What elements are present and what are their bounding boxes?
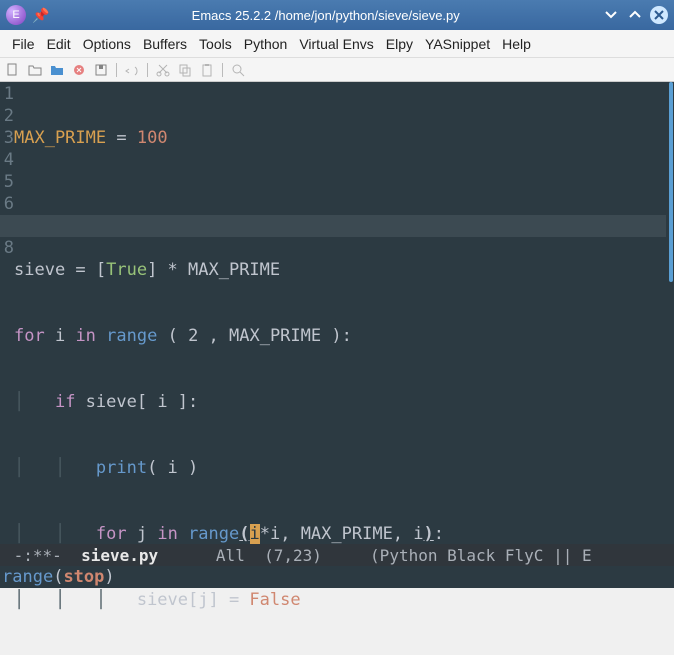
close-icon[interactable] [650,6,668,24]
line-number: 2 [0,105,14,127]
line-number: 8 [0,237,14,259]
menu-edit[interactable]: Edit [41,33,77,55]
code-line: MAX_PRIME = 100 [14,127,674,149]
maximize-icon[interactable] [626,6,644,24]
line-number: 1 [0,83,14,105]
scrollbar-thumb[interactable] [669,82,673,282]
toolbar [0,58,674,82]
code-line: │ │ print( i ) [14,457,674,479]
code-line: sieve = [True] * MAX_PRIME [14,259,674,281]
line-number: 5 [0,171,14,193]
open-folder-icon[interactable] [28,63,42,77]
window-title: Emacs 25.2.2 /home/jon/python/sieve/siev… [49,8,602,23]
code-line: │ │ for j in range(i*i, MAX_PRIME, i): [14,523,674,545]
cut-icon[interactable] [156,63,170,77]
save-icon[interactable] [94,63,108,77]
emacs-icon: E [6,5,26,25]
line-number-gutter: 1 2 3 4 5 6 7 8 [0,82,14,544]
paste-icon[interactable] [200,63,214,77]
new-file-icon[interactable] [6,63,20,77]
code-line: │ │ │ sieve[j] = False [14,589,674,611]
menubar: File Edit Options Buffers Tools Python V… [0,30,674,58]
folder-icon[interactable] [50,63,64,77]
editor[interactable]: 1 2 3 4 5 6 7 8 MAX_PRIME = 100 sieve = … [0,82,674,544]
toolbar-separator [116,63,117,77]
menu-virtual-envs[interactable]: Virtual Envs [293,33,379,55]
kill-buffer-icon[interactable] [72,63,86,77]
cursor: i [250,524,260,544]
line-number: 4 [0,149,14,171]
pin-icon[interactable]: 📌 [32,7,49,24]
menu-file[interactable]: File [6,33,41,55]
scrollbar[interactable] [666,82,674,544]
menu-elpy[interactable]: Elpy [380,33,419,55]
undo-icon[interactable] [125,63,139,77]
menu-options[interactable]: Options [77,33,137,55]
open-paren-match: ( [239,524,249,544]
line-number: 6 [0,193,14,215]
line-number: 3 [0,127,14,149]
menu-python[interactable]: Python [238,33,294,55]
toolbar-separator [147,63,148,77]
titlebar: E 📌 Emacs 25.2.2 /home/jon/python/sieve/… [0,0,674,30]
code-line: │ if sieve[ i ]: [14,391,674,413]
toolbar-separator [222,63,223,77]
menu-yasnippet[interactable]: YASnippet [419,33,496,55]
minimize-icon[interactable] [602,6,620,24]
menu-tools[interactable]: Tools [193,33,238,55]
close-paren-match: ) [424,524,434,544]
code-line [14,193,674,215]
code-area[interactable]: MAX_PRIME = 100 sieve = [True] * MAX_PRI… [14,82,674,544]
menu-help[interactable]: Help [496,33,537,55]
menu-buffers[interactable]: Buffers [137,33,193,55]
copy-icon[interactable] [178,63,192,77]
search-icon[interactable] [231,63,245,77]
code-line: for i in range ( 2 , MAX_PRIME ): [14,325,674,347]
